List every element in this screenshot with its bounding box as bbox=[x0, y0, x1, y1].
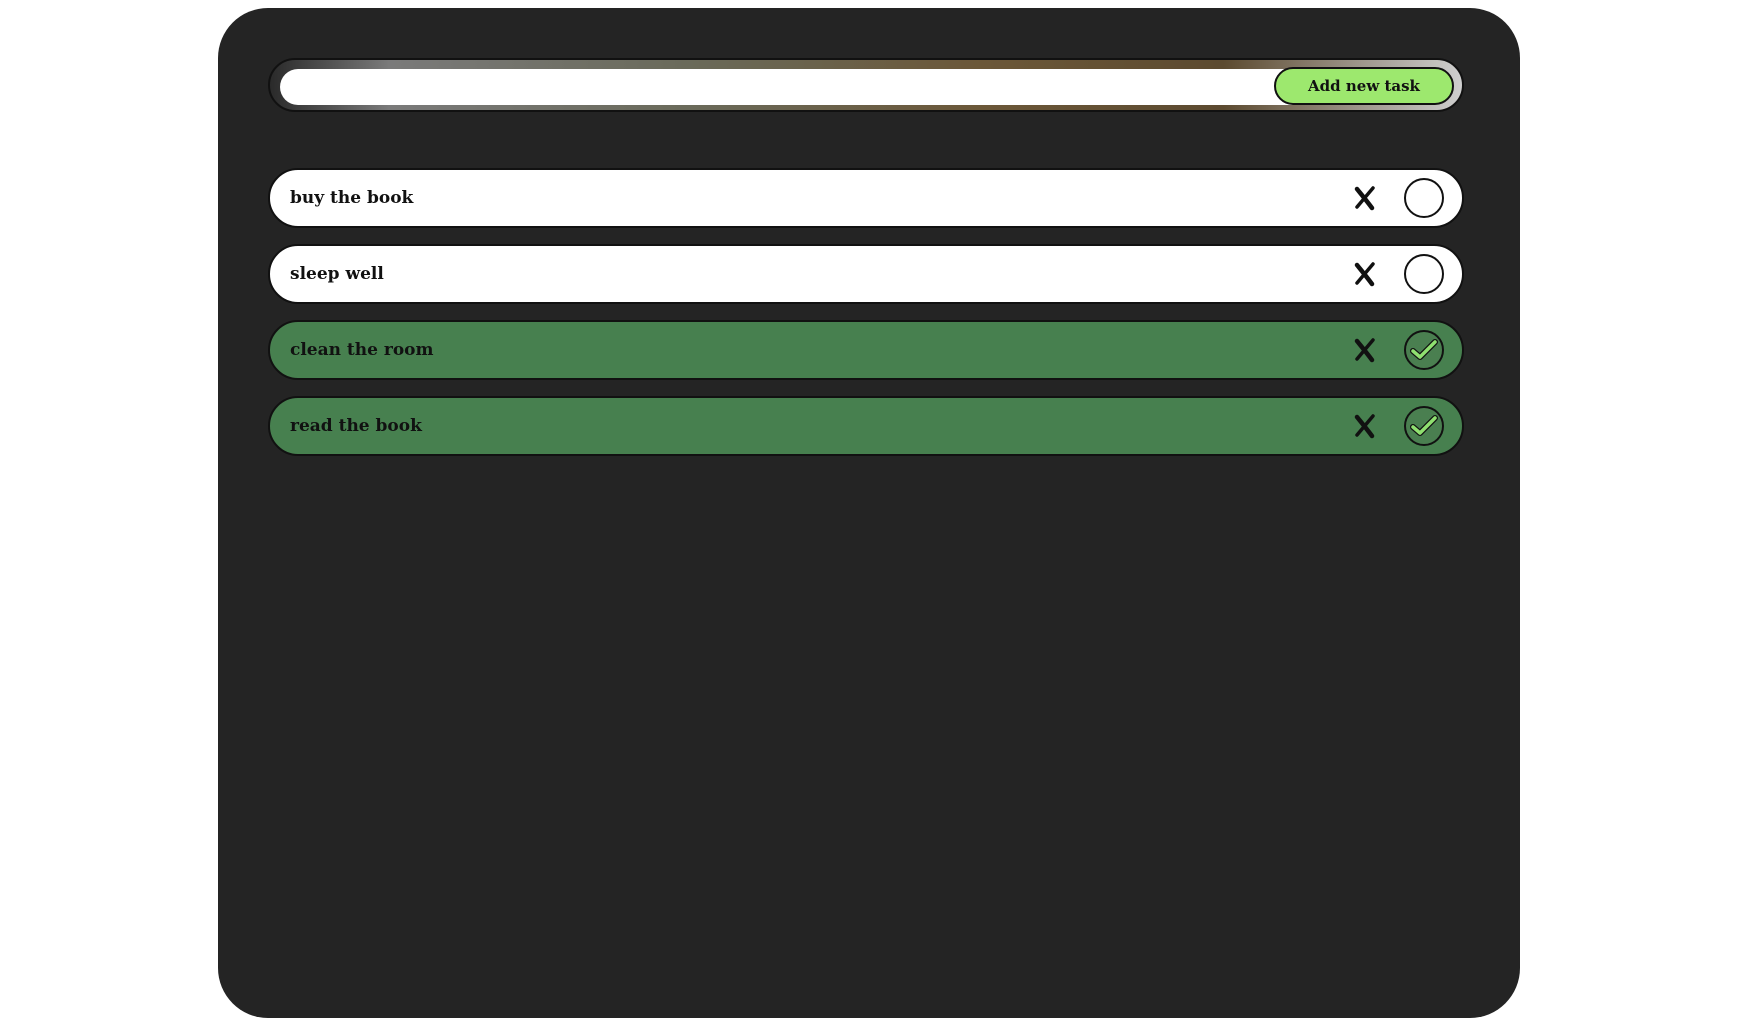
delete-x-icon[interactable] bbox=[1352, 337, 1378, 363]
task-label: buy the book bbox=[290, 188, 414, 208]
checkmark-icon bbox=[1410, 415, 1438, 436]
delete-x-icon[interactable] bbox=[1352, 185, 1378, 211]
delete-x-icon[interactable] bbox=[1352, 261, 1378, 287]
new-task-bar: Add new task bbox=[268, 58, 1464, 112]
task-label: clean the room bbox=[290, 340, 434, 360]
new-task-input[interactable] bbox=[280, 69, 1340, 105]
task-label: read the book bbox=[290, 416, 422, 436]
task-checkbox[interactable] bbox=[1404, 178, 1444, 218]
task-checkbox-checked[interactable] bbox=[1404, 406, 1444, 446]
task-item[interactable]: sleep well bbox=[268, 244, 1464, 304]
task-item[interactable]: buy the book bbox=[268, 168, 1464, 228]
task-checkbox[interactable] bbox=[1404, 254, 1444, 294]
todo-app-panel: Add new task buy the book sleep well clean… bbox=[218, 8, 1520, 1018]
task-checkbox-checked[interactable] bbox=[1404, 330, 1444, 370]
add-task-button[interactable]: Add new task bbox=[1274, 67, 1454, 105]
task-item[interactable]: clean the room bbox=[268, 320, 1464, 380]
task-list: buy the book sleep well clean the room read… bbox=[268, 168, 1464, 472]
delete-x-icon[interactable] bbox=[1352, 413, 1378, 439]
task-label: sleep well bbox=[290, 264, 384, 284]
checkmark-icon bbox=[1410, 339, 1438, 360]
task-item[interactable]: read the book bbox=[268, 396, 1464, 456]
